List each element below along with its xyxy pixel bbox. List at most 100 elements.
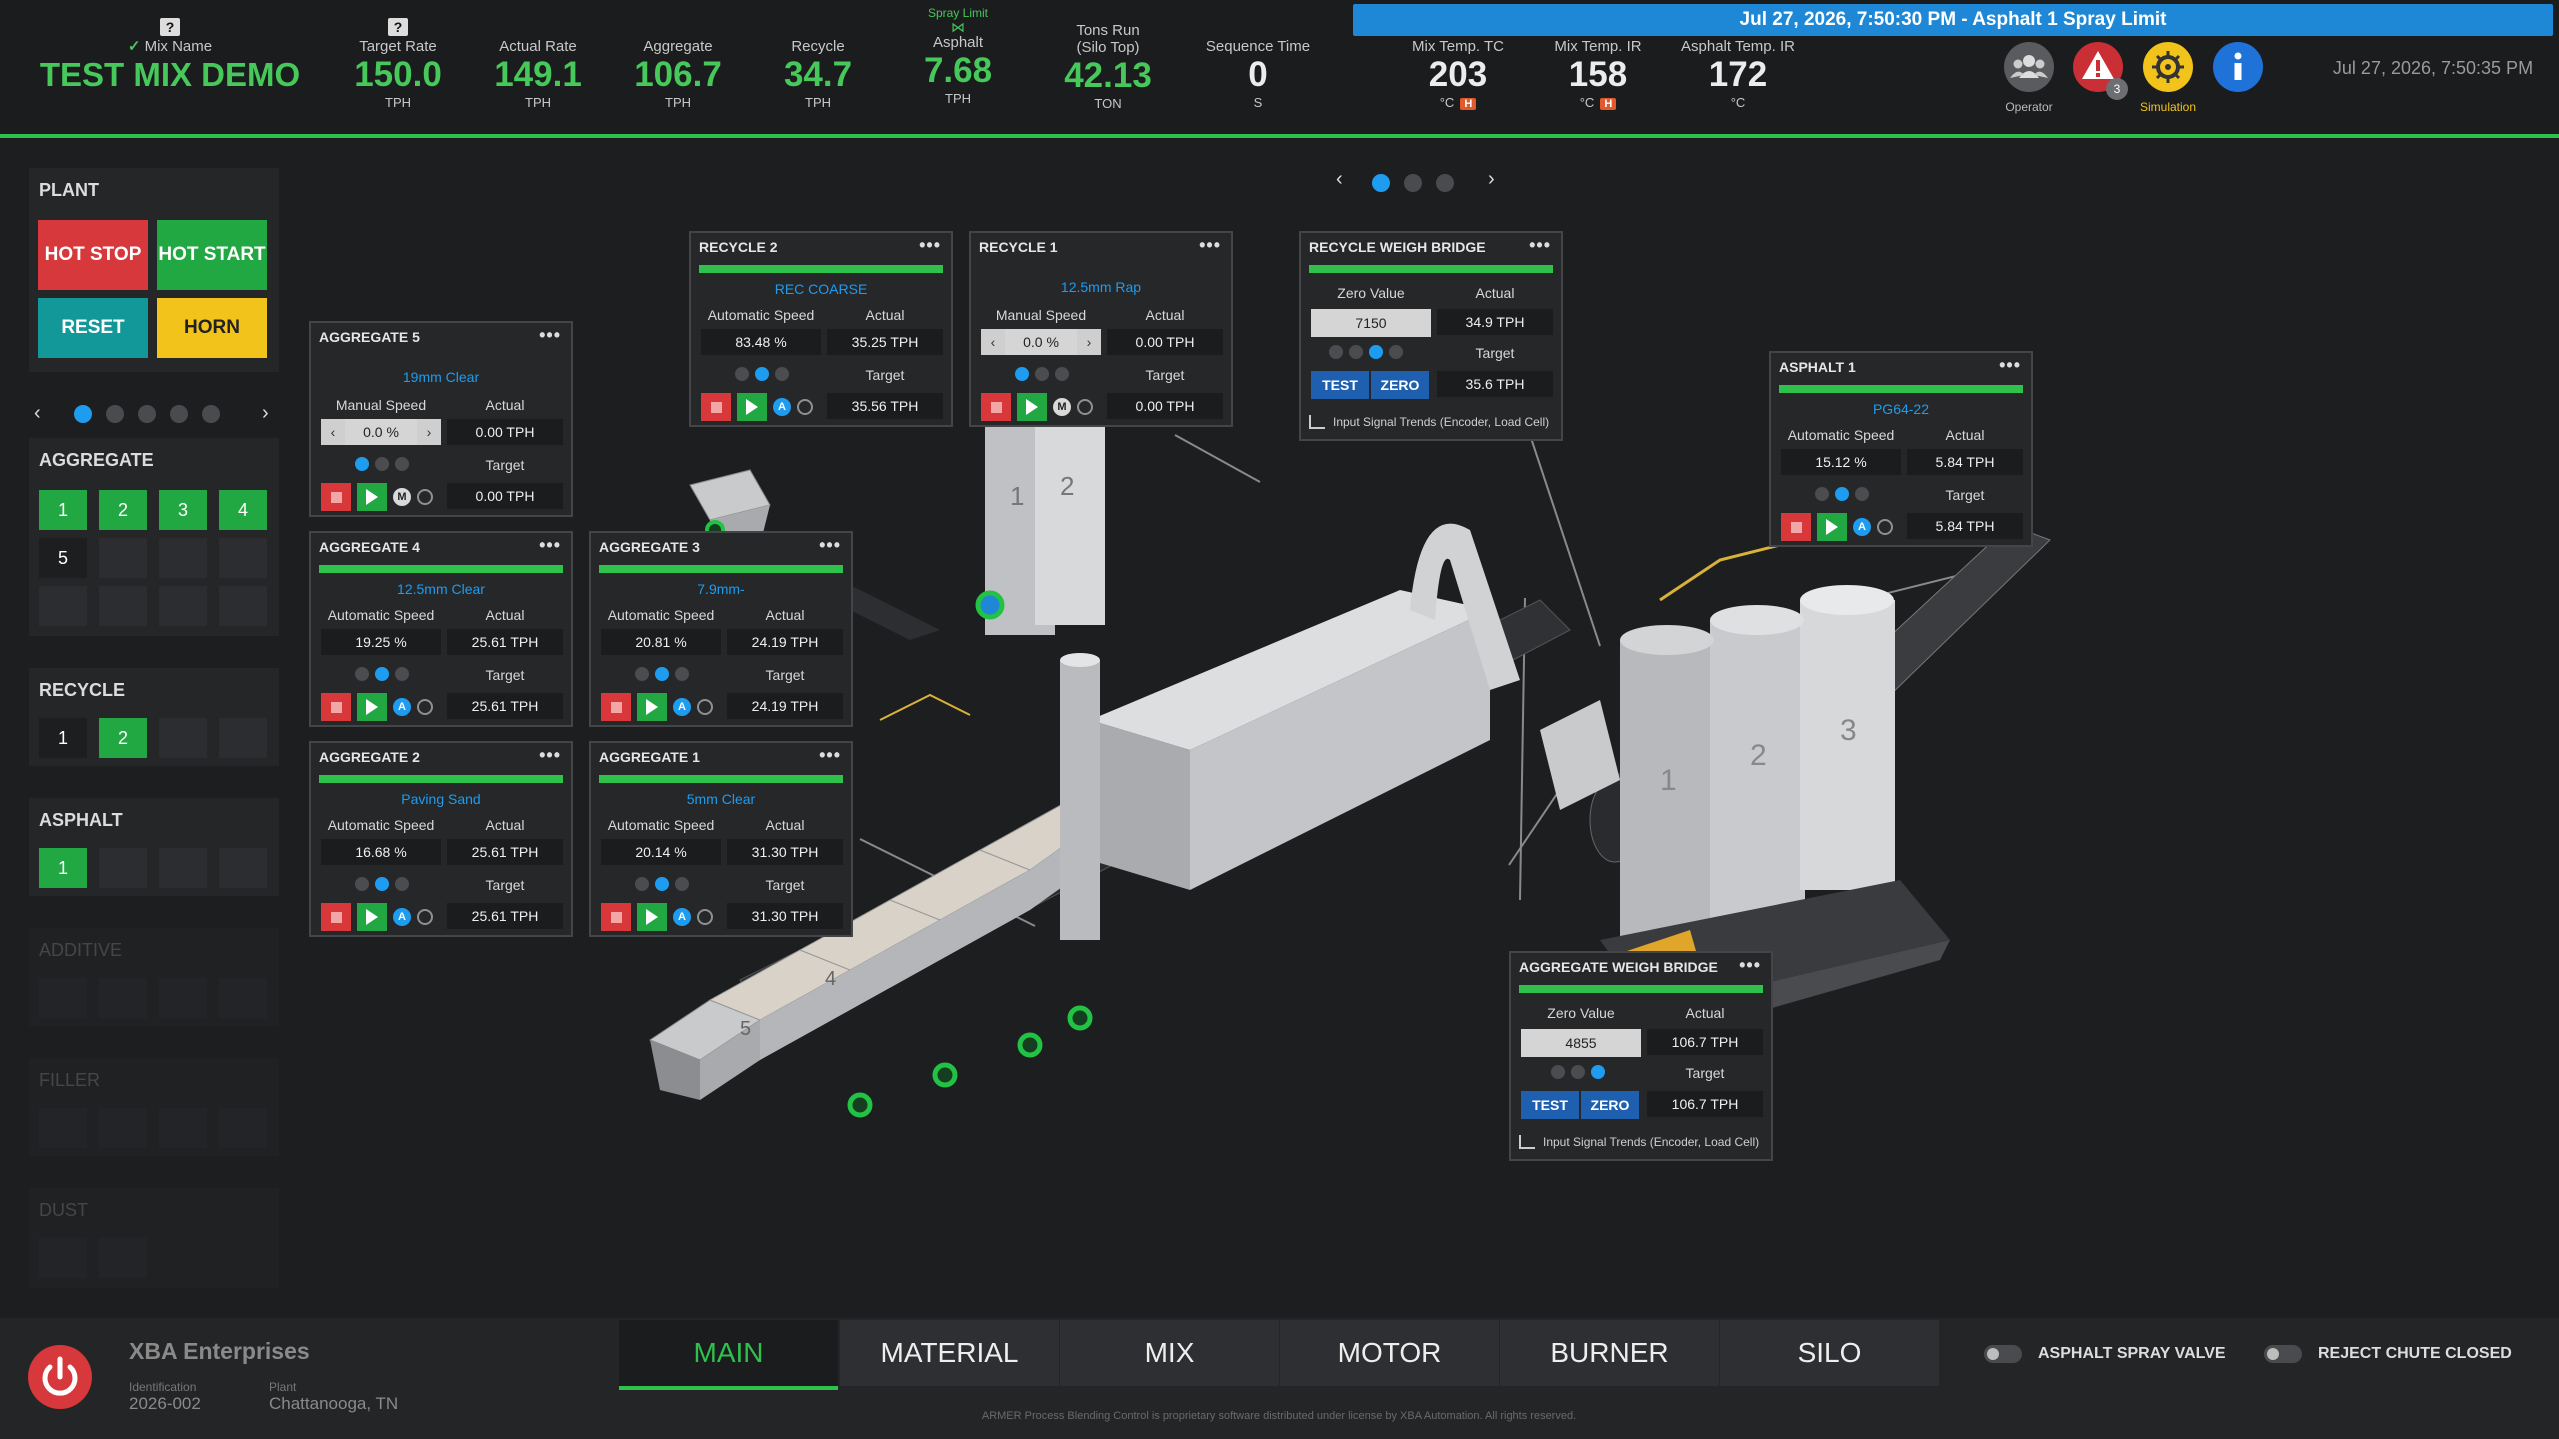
start-button[interactable]	[357, 693, 387, 721]
more-menu-icon[interactable]: •••	[1739, 955, 1761, 976]
aggregate-bin-3[interactable]: 3	[159, 490, 207, 530]
mode-icon[interactable]: A	[673, 698, 691, 716]
start-button[interactable]	[737, 393, 767, 421]
help-icon[interactable]: ?	[160, 18, 180, 36]
tab-burner[interactable]: BURNER	[1500, 1320, 1719, 1386]
start-button[interactable]	[637, 693, 667, 721]
chevron-left-icon[interactable]: ‹	[34, 402, 41, 425]
start-button[interactable]	[357, 483, 387, 511]
aggregate-5-card[interactable]: AGGREGATE 5 ••• 19mm Clear Manual Speed …	[309, 321, 573, 517]
horn-button[interactable]: HORN	[157, 298, 267, 358]
trend-link[interactable]: Input Signal Trends (Encoder, Load Cell)	[1519, 1135, 1759, 1149]
zero-button[interactable]: ZERO	[1371, 371, 1429, 399]
aggregate-weigh-bridge-card[interactable]: AGGREGATE WEIGH BRIDGE ••• Zero Value Ac…	[1509, 951, 1773, 1161]
decrement-button[interactable]: ‹	[981, 329, 1005, 355]
recycle-bin-2[interactable]: 2	[99, 718, 147, 758]
page-dot[interactable]	[1372, 174, 1390, 192]
page-dot[interactable]	[1404, 174, 1422, 192]
trend-link[interactable]: Input Signal Trends (Encoder, Load Cell)	[1309, 415, 1549, 429]
speed-input[interactable]: 0.0 %	[1005, 329, 1077, 355]
start-button[interactable]	[1817, 513, 1847, 541]
more-menu-icon[interactable]: •••	[539, 325, 561, 346]
mode-icon[interactable]: A	[673, 908, 691, 926]
hot-start-button[interactable]: HOT START	[157, 220, 267, 290]
chevron-right-icon[interactable]: ›	[1488, 168, 1495, 191]
page-dot[interactable]	[170, 405, 188, 423]
tab-main[interactable]: MAIN	[619, 1320, 838, 1390]
page-dot[interactable]	[1436, 174, 1454, 192]
more-menu-icon[interactable]: •••	[1529, 235, 1551, 256]
start-button[interactable]	[637, 903, 667, 931]
stop-button[interactable]	[321, 693, 351, 721]
gear-icon[interactable]	[697, 699, 713, 715]
aggregate-bin-2[interactable]: 2	[99, 490, 147, 530]
stop-button[interactable]	[981, 393, 1011, 421]
gear-icon[interactable]	[1077, 399, 1093, 415]
stop-button[interactable]	[321, 483, 351, 511]
stop-button[interactable]	[1781, 513, 1811, 541]
recycle-1-card[interactable]: RECYCLE 1 ••• 12.5mm Rap Manual Speed Ac…	[969, 231, 1233, 427]
hot-stop-button[interactable]: HOT STOP	[38, 220, 148, 290]
more-menu-icon[interactable]: •••	[819, 745, 841, 766]
gear-icon[interactable]	[697, 909, 713, 925]
zero-button[interactable]: ZERO	[1581, 1091, 1639, 1119]
tab-motor[interactable]: MOTOR	[1280, 1320, 1499, 1386]
stop-button[interactable]	[701, 393, 731, 421]
reset-button[interactable]: RESET	[38, 298, 148, 358]
aggregate-bin-4[interactable]: 4	[219, 490, 267, 530]
aggregate-1-card[interactable]: AGGREGATE 1 ••• 5mm Clear Automatic Spee…	[589, 741, 853, 937]
page-dot[interactable]	[106, 405, 124, 423]
increment-button[interactable]: ›	[1077, 329, 1101, 355]
aggregate-4-card[interactable]: AGGREGATE 4 ••• 12.5mm Clear Automatic S…	[309, 531, 573, 727]
increment-button[interactable]: ›	[417, 419, 441, 445]
start-button[interactable]	[357, 903, 387, 931]
simulation-icon[interactable]	[2143, 42, 2193, 92]
page-dot[interactable]	[202, 405, 220, 423]
mode-icon[interactable]: A	[393, 908, 411, 926]
mode-icon[interactable]: M	[393, 488, 411, 506]
recycle-2-card[interactable]: RECYCLE 2 ••• REC COARSE Automatic Speed…	[689, 231, 953, 427]
gear-icon[interactable]	[417, 489, 433, 505]
more-menu-icon[interactable]: •••	[919, 235, 941, 256]
tab-material[interactable]: MATERIAL	[840, 1320, 1059, 1386]
tab-silo[interactable]: SILO	[1720, 1320, 1939, 1386]
recycle-weigh-bridge-card[interactable]: RECYCLE WEIGH BRIDGE ••• Zero Value Actu…	[1299, 231, 1563, 441]
mode-icon[interactable]: A	[393, 698, 411, 716]
mode-icon[interactable]: M	[1053, 398, 1071, 416]
more-menu-icon[interactable]: •••	[539, 745, 561, 766]
stop-button[interactable]	[321, 903, 351, 931]
gear-icon[interactable]	[1877, 519, 1893, 535]
gear-icon[interactable]	[797, 399, 813, 415]
start-button[interactable]	[1017, 393, 1047, 421]
mode-icon[interactable]: A	[1853, 518, 1871, 536]
asphalt-1-card[interactable]: ASPHALT 1 ••• PG64-22 Automatic Speed Ac…	[1769, 351, 2033, 547]
aggregate-bin-1[interactable]: 1	[39, 490, 87, 530]
speed-input[interactable]: 0.0 %	[345, 419, 417, 445]
chevron-right-icon[interactable]: ›	[262, 402, 269, 425]
gear-icon[interactable]	[417, 909, 433, 925]
more-menu-icon[interactable]: •••	[539, 535, 561, 556]
mode-icon[interactable]: A	[773, 398, 791, 416]
aggregate-3-card[interactable]: AGGREGATE 3 ••• 7.9mm- Automatic Speed A…	[589, 531, 853, 727]
test-button[interactable]: TEST	[1521, 1091, 1579, 1119]
more-menu-icon[interactable]: •••	[1999, 355, 2021, 376]
gear-icon[interactable]	[417, 699, 433, 715]
stop-button[interactable]	[601, 903, 631, 931]
page-dot[interactable]	[138, 405, 156, 423]
stop-button[interactable]	[601, 693, 631, 721]
asphalt-spray-valve-toggle[interactable]	[1984, 1345, 2022, 1363]
alarm-banner[interactable]: Jul 27, 2026, 7:50:30 PM - Asphalt 1 Spr…	[1353, 4, 2553, 36]
more-menu-icon[interactable]: •••	[1199, 235, 1221, 256]
aggregate-bin-5[interactable]: 5	[39, 538, 87, 578]
info-icon[interactable]	[2213, 42, 2263, 92]
reject-chute-toggle[interactable]	[2264, 1345, 2302, 1363]
page-dot[interactable]	[74, 405, 92, 423]
help-icon[interactable]: ?	[388, 18, 408, 36]
operator-icon[interactable]	[2004, 42, 2054, 92]
tab-mix[interactable]: MIX	[1060, 1320, 1279, 1386]
more-menu-icon[interactable]: •••	[819, 535, 841, 556]
test-button[interactable]: TEST	[1311, 371, 1369, 399]
decrement-button[interactable]: ‹	[321, 419, 345, 445]
asphalt-bin-1[interactable]: 1	[39, 848, 87, 888]
aggregate-2-card[interactable]: AGGREGATE 2 ••• Paving Sand Automatic Sp…	[309, 741, 573, 937]
